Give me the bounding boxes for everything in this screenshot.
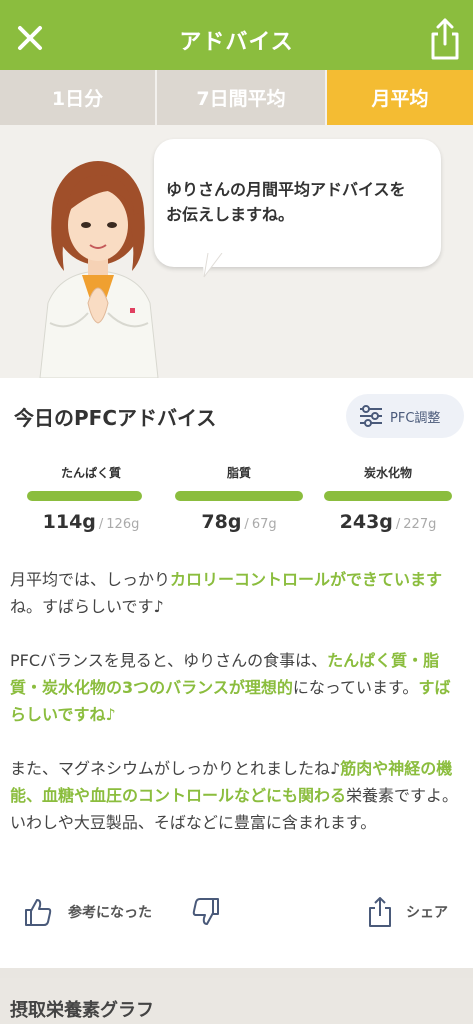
section-divider: [0, 968, 473, 978]
meter-bar: [324, 491, 452, 501]
share-icon[interactable]: [421, 14, 469, 62]
meter-value: 243g/227g: [339, 511, 437, 533]
page-title: アドバイス: [179, 30, 294, 55]
advice-paragraph: 月平均では、しっかりカロリーコントロールができていますね。すばらしいです♪: [10, 566, 466, 620]
advisor-avatar: [39, 161, 159, 378]
bubble-line-2: お伝えしますね。: [166, 205, 295, 224]
share-advice-button[interactable]: シェア: [366, 896, 448, 928]
pfc-adjust-label: PFC調整: [390, 410, 441, 426]
share-label: シェア: [406, 905, 448, 921]
pfc-adjust-button[interactable]: PFC調整: [346, 394, 464, 438]
meter-carbohydrate: 炭水化物 243g/227g: [324, 464, 452, 533]
thumbs-down-icon: [192, 898, 219, 925]
helpful-button[interactable]: 参考になった: [22, 896, 152, 928]
advice-actions: 参考になった シェア: [0, 896, 473, 940]
bubble-text: ゆりさんの月間平均アドバイスを お伝えしますね。: [166, 177, 434, 227]
bubble-line-1: ゆりさんの月間平均アドバイスを: [166, 180, 406, 199]
share-icon: [369, 897, 391, 927]
text-run: になっています。: [292, 678, 419, 697]
pfc-advice-card: 今日のPFCアドバイス PFC調整 たんぱく質 114g/126g 脂質 78g…: [0, 378, 473, 968]
meter-bar: [175, 491, 303, 501]
meter-protein: たんぱく質 114g/126g: [27, 464, 155, 533]
meter-fat: 脂質 78g/67g: [175, 464, 303, 533]
advisor-section: ゆりさんの月間平均アドバイスを お伝えしますね。: [0, 125, 473, 378]
text-run: 月平均では、しっかり: [10, 570, 171, 589]
advice-text: 月平均では、しっかりカロリーコントロールができていますね。すばらしいです♪ PF…: [10, 566, 466, 863]
section-title: 摂取栄養素グラフ: [10, 1000, 154, 1021]
meter-bar: [27, 491, 143, 501]
meter-value: 114g/126g: [42, 511, 140, 533]
meter-value: 78g/67g: [201, 511, 277, 533]
tab-daily[interactable]: 1日分: [0, 70, 155, 125]
meter-target: 126g: [106, 517, 140, 532]
app-header: アドバイス: [0, 0, 473, 78]
nutrient-graph-section: 摂取栄養素グラフ: [0, 978, 473, 1024]
meter-intake: 243g: [339, 511, 393, 533]
text-run: また、マグネシウムがしっかりとれましたね♪: [10, 759, 341, 778]
meter-name: 炭水化物: [363, 466, 412, 480]
helpful-label: 参考になった: [68, 905, 152, 921]
meter-name: たんぱく質: [60, 466, 121, 480]
speech-bubble: ゆりさんの月間平均アドバイスを お伝えしますね。: [154, 139, 441, 267]
thumbs-up-icon: [25, 899, 52, 926]
advice-paragraph: また、マグネシウムがしっかりとれましたね♪筋肉や神経の機能、血糖や血圧のコントロ…: [10, 755, 466, 836]
advice-paragraph: PFCバランスを見ると、ゆりさんの食事は、たんぱく質・脂質・炭水化物の3つのバラ…: [10, 647, 466, 728]
highlight-text: カロリーコントロールができています: [170, 570, 443, 589]
bubble-tail: [202, 253, 223, 278]
text-run: ね。すばらしいです♪: [10, 597, 164, 616]
meter-target: 67g: [251, 517, 277, 532]
tab-monthly-average[interactable]: 月平均: [325, 70, 473, 125]
meter-target: 227g: [403, 517, 437, 532]
meter-name: 脂質: [226, 466, 251, 480]
period-tabs: 1日分 7日間平均 月平均: [0, 70, 473, 125]
meter-intake: 114g: [42, 511, 96, 533]
sliders-icon: [360, 405, 382, 427]
meter-intake: 78g: [201, 511, 242, 533]
not-helpful-button[interactable]: [190, 896, 222, 928]
card-title: 今日のPFCアドバイス: [14, 406, 217, 430]
tab-weekly-average[interactable]: 7日間平均: [155, 70, 325, 125]
text-run: PFCバランスを見ると、ゆりさんの食事は、: [10, 651, 328, 670]
